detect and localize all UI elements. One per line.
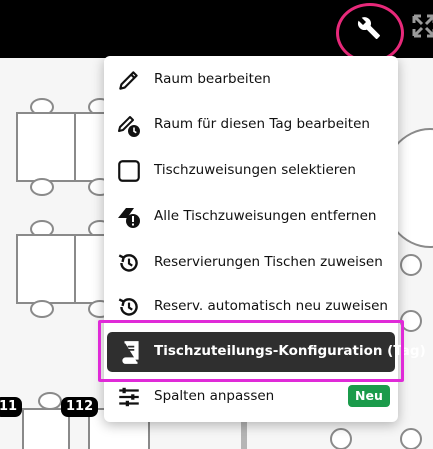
annotation-circle xyxy=(336,3,404,63)
menu-item-label: Tischzuweisungen selektieren xyxy=(154,162,356,178)
sliders-icon xyxy=(119,387,139,407)
chair xyxy=(330,428,352,449)
expand-button[interactable] xyxy=(410,12,433,40)
eraser-alert-icon xyxy=(118,208,140,228)
annotation-highlight xyxy=(98,320,404,382)
table-number-badge[interactable]: 11 xyxy=(0,397,23,417)
menu-item-label: Raum für diesen Tag bearbeiten xyxy=(154,116,370,132)
table[interactable] xyxy=(74,112,106,182)
expand-icon xyxy=(412,14,433,38)
divider xyxy=(241,418,247,449)
chair xyxy=(30,178,54,196)
menu-item-label: Reservierungen Tischen zuweisen xyxy=(154,254,383,270)
table[interactable] xyxy=(16,234,76,304)
menu-item-label: Spalten anpassen xyxy=(154,388,275,404)
pencil-clock-icon xyxy=(118,116,140,137)
chair xyxy=(400,428,422,449)
history-icon xyxy=(118,298,138,316)
chair xyxy=(400,254,422,276)
menu-item-label: Raum bearbeiten xyxy=(154,71,271,87)
menu-item-label: Alle Tischzuweisungen entfernen xyxy=(154,208,377,224)
menu-item-edit-room-day[interactable]: Raum für diesen Tag bearbeiten xyxy=(104,103,398,145)
menu-item-select-assignments[interactable]: Tischzuweisungen selektieren xyxy=(104,149,398,191)
table-number-badge[interactable]: 112 xyxy=(61,397,99,417)
menu-item-label: Reserv. automatisch neu zuweisen xyxy=(154,298,388,314)
new-badge: Neu xyxy=(348,385,390,407)
menu-item-remove-assignments[interactable]: Alle Tischzuweisungen entfernen xyxy=(104,195,398,237)
chair xyxy=(30,300,54,318)
checkbox-icon xyxy=(118,160,140,182)
history-icon xyxy=(118,254,138,272)
pencil-icon xyxy=(119,71,138,90)
table[interactable] xyxy=(74,234,106,304)
menu-item-edit-room[interactable]: Raum bearbeiten xyxy=(104,58,398,100)
table[interactable] xyxy=(16,112,76,182)
menu-item-assign-reservations[interactable]: Reservierungen Tischen zuweisen xyxy=(104,241,398,283)
